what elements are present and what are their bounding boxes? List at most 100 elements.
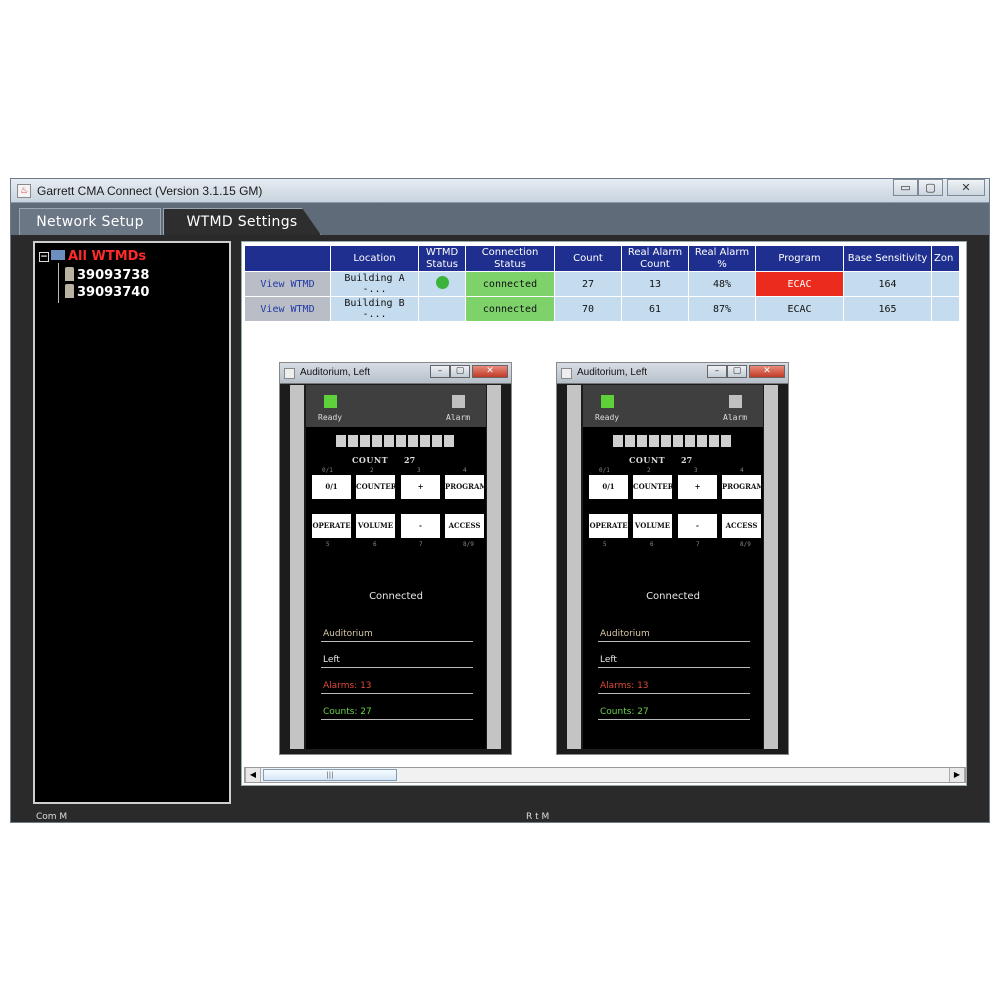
key-number: 4 <box>463 467 467 474</box>
key-minus-button[interactable]: - <box>678 514 717 538</box>
panel-close-button[interactable]: ✕ <box>749 365 785 378</box>
panel-right-rail <box>764 385 778 749</box>
column-header[interactable]: WTMD Status <box>418 245 466 272</box>
column-header[interactable] <box>244 245 331 272</box>
tree-item-label: 39093740 <box>77 285 150 300</box>
wtmd-tree: − All WTMDs 39093738 39093740 <box>33 241 231 804</box>
table-row[interactable]: View WTMD Building A -... connected 27 1… <box>244 271 960 297</box>
column-header[interactable]: Program <box>755 245 844 272</box>
panel-maximize-button[interactable]: ▢ <box>727 365 747 378</box>
key-number: 3 <box>417 467 421 474</box>
tab-wtmd-settings[interactable]: WTMD Settings <box>163 208 321 235</box>
key-access-button[interactable]: ACCESS <box>722 514 761 538</box>
table-row[interactable]: View WTMD Building B -... connected 70 6… <box>244 296 960 322</box>
key-counter-button[interactable]: COUNTER <box>356 475 397 499</box>
column-header[interactable]: Zon <box>931 245 960 272</box>
panel-title: Auditorium, Left <box>577 367 648 378</box>
key-number: 7 <box>696 541 700 548</box>
tree-item-39093738[interactable]: 39093738 <box>65 267 149 283</box>
alarms-line: Alarms: 13 <box>598 681 750 694</box>
horizontal-scrollbar[interactable]: ◀ ||| ▶ <box>244 767 966 783</box>
key-0-1-button[interactable]: 0/1 <box>312 475 351 499</box>
maximize-button[interactable]: ▢ <box>918 179 943 196</box>
column-header[interactable]: Location <box>330 245 419 272</box>
key-program-button[interactable]: PROGRAM <box>445 475 487 499</box>
side-line: Left <box>321 655 473 668</box>
panel-title-bar[interactable]: Auditorium, Left – ▢ ✕ <box>280 363 511 384</box>
tree-item-39093740[interactable]: 39093740 <box>65 284 149 300</box>
key-number: 0/1 <box>322 467 333 474</box>
panel-maximize-button[interactable]: ▢ <box>450 365 470 378</box>
scroll-left-icon[interactable]: ◀ <box>245 768 261 782</box>
key-program-button[interactable]: PROGRAM <box>722 475 764 499</box>
column-header[interactable]: Connection Status <box>465 245 555 272</box>
view-wtmd-link[interactable]: View WTMD <box>244 296 331 322</box>
key-counter-button[interactable]: COUNTER <box>633 475 674 499</box>
alarms-line: Alarms: 13 <box>321 681 473 694</box>
key-access-button[interactable]: ACCESS <box>445 514 484 538</box>
connection-status: Connected <box>646 591 700 602</box>
minimize-button[interactable]: ▭ <box>893 179 918 196</box>
key-operate-button[interactable]: OPERATE <box>589 514 628 538</box>
scroll-right-icon[interactable]: ▶ <box>949 768 965 782</box>
key-volume-button[interactable]: VOLUME <box>633 514 672 538</box>
wtmd-device-icon <box>65 267 74 281</box>
column-header[interactable]: Real Alarm Count <box>621 245 689 272</box>
program-cell: ECAC <box>755 296 844 322</box>
key-number: 2 <box>647 467 651 474</box>
panel-status-strip: Ready Alarm <box>583 385 763 427</box>
key-number: 8/9 <box>463 541 474 548</box>
alarm-indicator-icon <box>729 395 742 408</box>
key-0-1-button[interactable]: 0/1 <box>589 475 628 499</box>
tree-root-all-wtmds[interactable]: − All WTMDs <box>39 249 146 264</box>
key-plus-button[interactable]: + <box>401 475 440 499</box>
close-button[interactable]: ✕ <box>947 179 985 196</box>
key-number: 6 <box>373 541 377 548</box>
alarm-label: Alarm <box>446 413 471 422</box>
panel-body: Ready Alarm COUNT 27 0/1 2 3 4 0/1 COUNT… <box>306 385 487 749</box>
ready-indicator-icon <box>324 395 337 408</box>
tree-root-label: All WTMDs <box>68 249 147 264</box>
java-app-icon: ♨ <box>17 184 31 198</box>
key-number: 7 <box>419 541 423 548</box>
panel-left-rail <box>567 385 581 749</box>
wtmd-status-cell <box>418 296 466 322</box>
base-sensitivity-cell: 164 <box>843 271 932 297</box>
column-header[interactable]: Base Sensitivity <box>843 245 932 272</box>
key-number: 0/1 <box>599 467 610 474</box>
column-header[interactable]: Real Alarm % <box>688 245 756 272</box>
view-wtmd-link[interactable]: View WTMD <box>244 271 331 297</box>
count-cell: 27 <box>554 271 622 297</box>
panel-status-strip: Ready Alarm <box>306 385 486 427</box>
tab-network-setup[interactable]: Network Setup <box>19 208 161 235</box>
ready-label: Ready <box>595 413 620 422</box>
connection-status: Connected <box>369 591 423 602</box>
panel-right-rail <box>487 385 501 749</box>
key-operate-button[interactable]: OPERATE <box>312 514 351 538</box>
real-alarm-count-cell: 61 <box>621 296 689 322</box>
key-volume-button[interactable]: VOLUME <box>356 514 395 538</box>
connection-cell: connected <box>465 271 555 297</box>
panel-minimize-button[interactable]: – <box>707 365 727 378</box>
table-header-row: Location WTMD Status Connection Status C… <box>244 245 960 272</box>
panel-title-bar[interactable]: Auditorium, Left – ▢ ✕ <box>557 363 788 384</box>
java-app-icon <box>561 368 572 379</box>
panel-close-button[interactable]: ✕ <box>472 365 508 378</box>
scroll-thumb[interactable]: ||| <box>263 769 397 781</box>
panel-minimize-button[interactable]: – <box>430 365 450 378</box>
collapse-icon[interactable]: − <box>39 252 49 262</box>
key-minus-button[interactable]: - <box>401 514 440 538</box>
key-plus-button[interactable]: + <box>678 475 717 499</box>
side-line: Left <box>598 655 750 668</box>
connection-cell: connected <box>465 296 555 322</box>
title-bar[interactable]: ♨ Garrett CMA Connect (Version 3.1.15 GM… <box>11 179 989 203</box>
key-number: 5 <box>603 541 607 548</box>
count-value: 27 <box>681 455 693 465</box>
real-alarm-pct-cell: 87% <box>688 296 756 322</box>
location-line: Auditorium <box>598 629 750 642</box>
column-header[interactable]: Count <box>554 245 622 272</box>
real-alarm-count-cell: 13 <box>621 271 689 297</box>
window-title: Garrett CMA Connect (Version 3.1.15 GM) <box>37 184 263 198</box>
alarm-indicator-icon <box>452 395 465 408</box>
location-cell: Building B -... <box>330 296 419 322</box>
